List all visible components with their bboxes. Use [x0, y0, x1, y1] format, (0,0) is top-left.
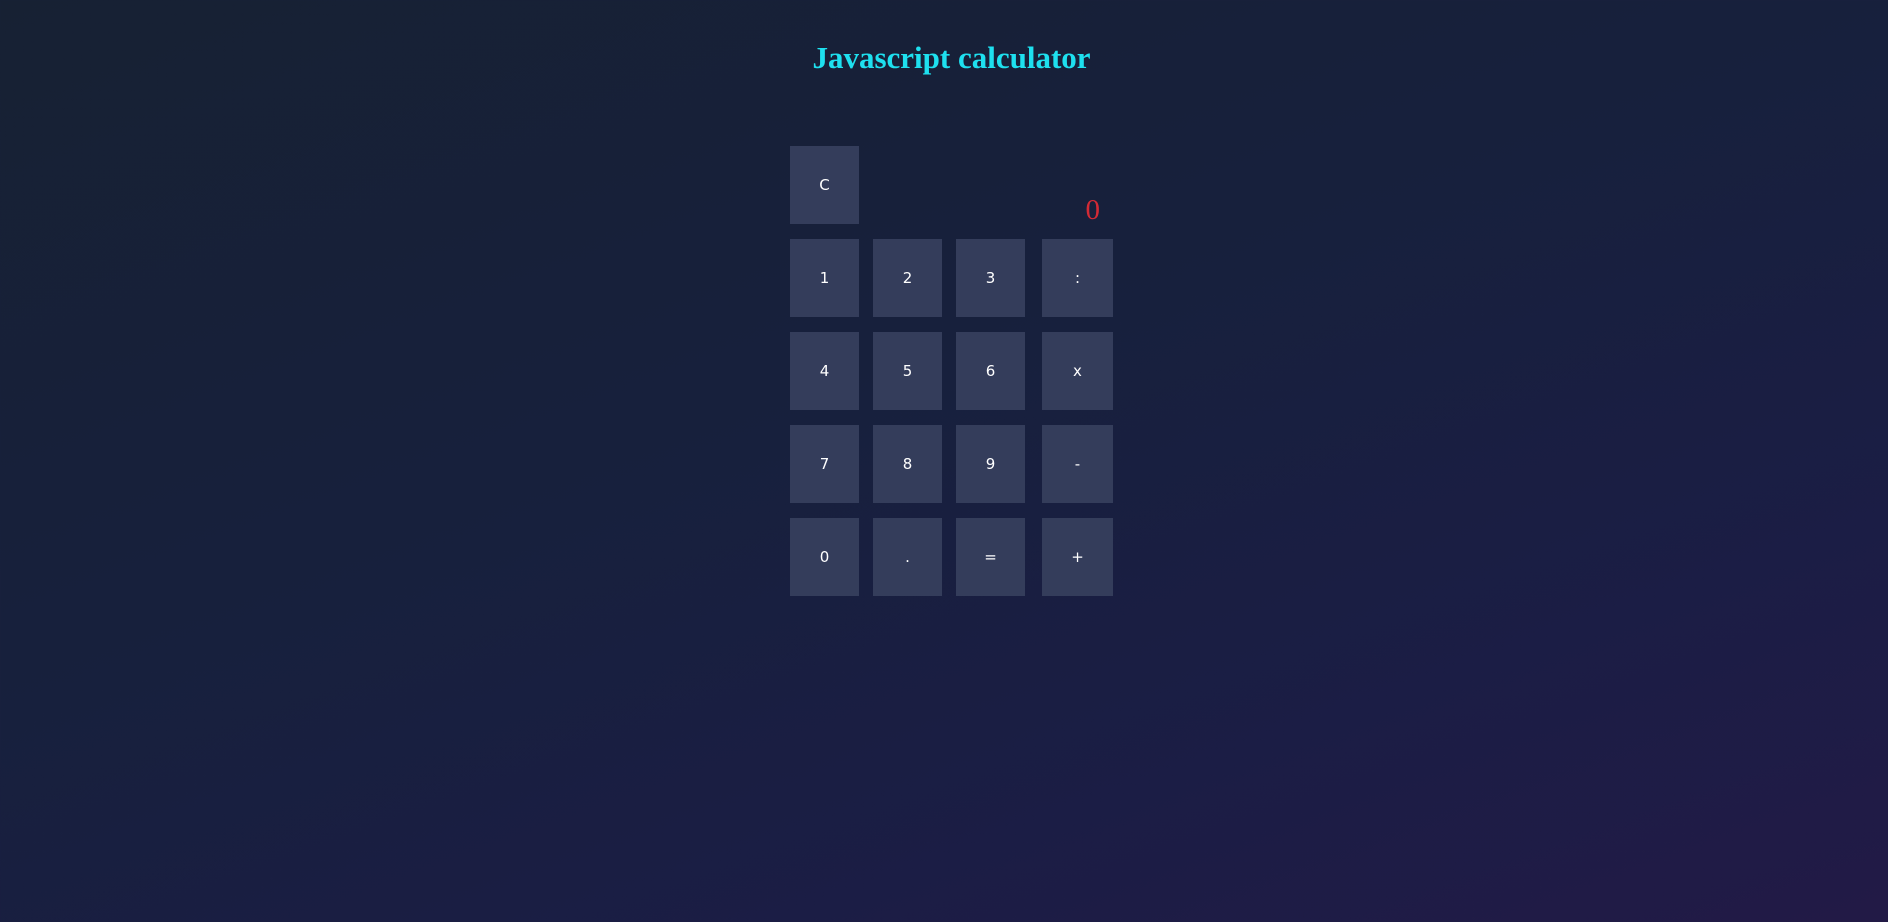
key-2-button[interactable]: 2 [873, 239, 942, 317]
calculator-display: 0 [1085, 194, 1101, 226]
clear-button[interactable]: C [790, 146, 859, 224]
subtract-button[interactable]: - [1042, 425, 1113, 503]
key-4-button[interactable]: 4 [790, 332, 859, 410]
key-5-button[interactable]: 5 [873, 332, 942, 410]
key-0-button[interactable]: 0 [790, 518, 859, 596]
decimal-button[interactable]: . [873, 518, 942, 596]
key-3-button[interactable]: 3 [956, 239, 1025, 317]
key-6-button[interactable]: 6 [956, 332, 1025, 410]
calculator: C 0 1 2 3 : 4 5 6 x 7 8 9 - 0 . = + [0, 0, 1888, 922]
key-7-button[interactable]: 7 [790, 425, 859, 503]
multiply-button[interactable]: x [1042, 332, 1113, 410]
divide-button[interactable]: : [1042, 239, 1113, 317]
key-9-button[interactable]: 9 [956, 425, 1025, 503]
add-button[interactable]: + [1042, 518, 1113, 596]
key-8-button[interactable]: 8 [873, 425, 942, 503]
equals-button[interactable]: = [956, 518, 1025, 596]
key-1-button[interactable]: 1 [790, 239, 859, 317]
